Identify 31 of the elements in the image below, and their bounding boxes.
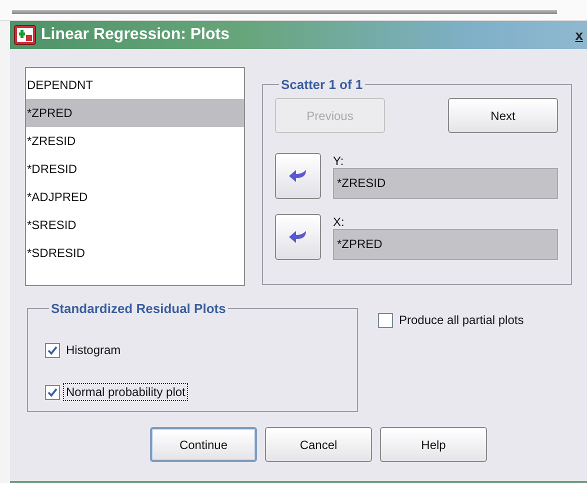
checkbox[interactable] [45, 342, 60, 358]
arrow-icon [288, 168, 308, 184]
next-button[interactable]: Next [448, 98, 558, 133]
group-title: Standardized Residual Plots [50, 301, 227, 316]
checkbox[interactable] [45, 384, 60, 400]
y-axis-label: Y: [333, 154, 344, 168]
variable-item[interactable]: *SRESID [26, 211, 244, 239]
checkbox-label[interactable]: Produce all partial plots [396, 311, 527, 329]
window-title: Linear Regression: Plots [41, 26, 230, 44]
app-icon [14, 25, 36, 45]
close-button[interactable]: x [575, 27, 583, 43]
group-title: Scatter 1 of 1 [280, 77, 364, 92]
move-arrow-button[interactable] [275, 214, 321, 260]
checkbox-label[interactable]: Histogram [63, 341, 124, 359]
variable-item[interactable]: DEPENDNT [26, 71, 244, 99]
dialog-button[interactable]: Help [380, 427, 487, 462]
variable-item[interactable]: *ZPRED [26, 99, 244, 127]
variable-item[interactable]: *SDRESID [26, 239, 244, 267]
move-arrow-button[interactable] [275, 153, 321, 199]
variable-item[interactable]: *ZRESID [26, 127, 244, 155]
checkbox-label[interactable]: Normal probability plot [63, 383, 188, 401]
checkbox[interactable] [378, 312, 393, 328]
variable-item[interactable]: *ADJPRED [26, 183, 244, 211]
variable-item[interactable]: *DRESID [26, 155, 244, 183]
arrow-icon [288, 229, 308, 245]
dialog-button[interactable]: Cancel [265, 427, 372, 462]
x-variable-field[interactable]: *ZPRED [333, 229, 558, 260]
variable-list[interactable]: DEPENDNT *ZPRED *ZRESID *DRESID *ADJPRED *SRESID *SDRESID [25, 67, 245, 286]
y-variable-field[interactable]: *ZRESID [333, 168, 558, 199]
dialog-button[interactable]: Continue [150, 427, 257, 462]
x-axis-label: X: [333, 215, 344, 229]
